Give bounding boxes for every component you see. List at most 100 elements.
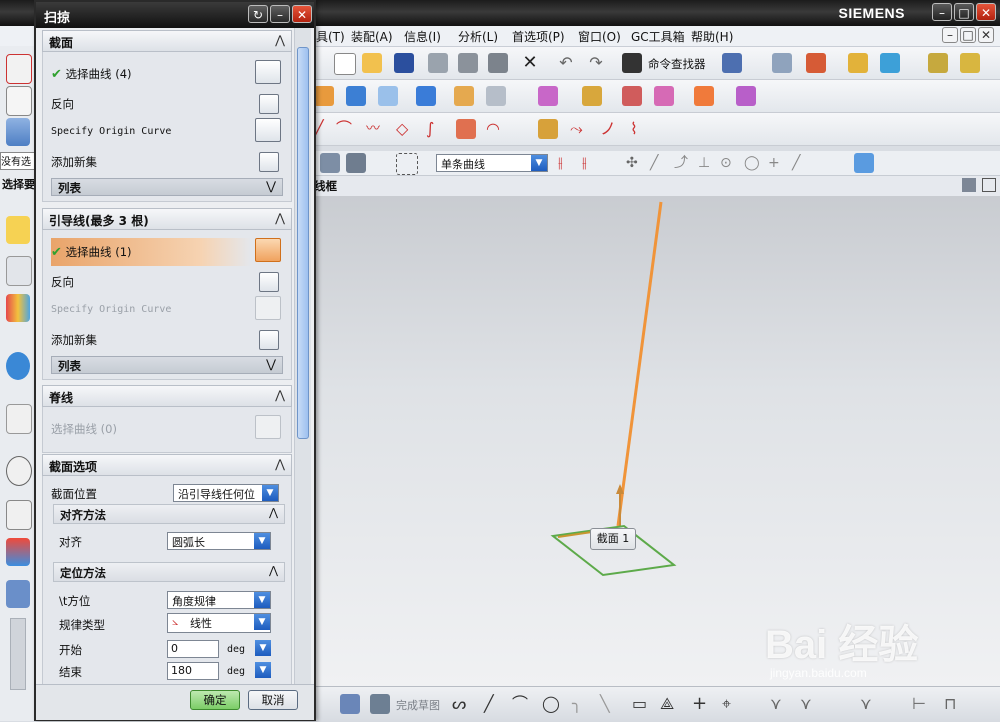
sketch-arc-icon[interactable]: ⌒ xyxy=(512,694,532,714)
tangent-snap-icon[interactable]: ⫲ xyxy=(582,153,602,173)
patch-icon[interactable] xyxy=(736,86,756,106)
sketch-line-icon[interactable]: ╱ xyxy=(484,694,504,714)
roles-icon[interactable] xyxy=(6,580,30,608)
point-snap-icon[interactable]: ✣ xyxy=(626,153,646,173)
assembly-navigator-icon[interactable] xyxy=(6,216,30,244)
section-curve-header[interactable]: 截面 ⋀ xyxy=(42,30,292,52)
auto-constrain-icon[interactable]: ⋎ xyxy=(800,694,820,714)
align-dropdown[interactable]: 圆弧长 ▼ xyxy=(167,532,271,550)
existing-point-icon[interactable]: + xyxy=(768,153,788,173)
blank-icon[interactable] xyxy=(6,86,32,116)
finish-sketch-label[interactable]: 完成草图 xyxy=(396,697,440,713)
end-input[interactable]: 180 xyxy=(167,662,219,680)
selection-icon[interactable] xyxy=(722,53,742,73)
curve-length-icon[interactable]: ⌇ xyxy=(630,119,650,139)
web-browser-icon[interactable] xyxy=(6,404,32,434)
new-file-icon[interactable] xyxy=(334,53,356,75)
menu-tools[interactable]: 具(T) xyxy=(316,28,345,45)
section-select-row[interactable]: ✔ 选择曲线 (4) xyxy=(51,66,132,82)
fullscreen-icon[interactable] xyxy=(982,178,996,192)
menu-help[interactable]: 帮助(H) xyxy=(691,28,733,45)
select-icon[interactable] xyxy=(320,153,340,173)
selection-filter-dropdown[interactable]: 单条曲线 ▼ xyxy=(436,154,548,172)
orient-dropdown[interactable]: 角度规律 ▼ xyxy=(167,591,271,609)
orient-header[interactable]: 定位方法 ⋀ xyxy=(53,562,285,582)
chamfer-icon[interactable]: ╲ xyxy=(600,694,620,714)
fillet-icon[interactable]: ╮ xyxy=(572,694,592,714)
trim-body-icon[interactable] xyxy=(654,86,674,106)
origin-curve-icon[interactable] xyxy=(255,118,281,142)
select-guide-curve-icon[interactable] xyxy=(255,238,281,262)
wcs-icon[interactable] xyxy=(806,53,826,73)
save-icon[interactable] xyxy=(394,53,414,73)
menu-preferences[interactable]: 首选项(P) xyxy=(512,28,565,45)
constraints-icon[interactable]: ⋎ xyxy=(770,694,790,714)
position-dropdown[interactable]: 沿引导线任何位 ▼ xyxy=(173,484,279,502)
playback-icon[interactable] xyxy=(880,53,900,73)
quadrant-point-icon[interactable]: ◯ xyxy=(744,153,764,173)
divide-curve-icon[interactable]: ノ xyxy=(600,119,620,139)
delete-icon[interactable]: ✕ xyxy=(520,53,540,73)
menu-assembly[interactable]: 装配(A) xyxy=(351,28,393,45)
menu-analysis[interactable]: 分析(L) xyxy=(458,28,498,45)
arc-center-icon[interactable]: ⊙ xyxy=(720,153,740,173)
menu-window[interactable]: 窗口(O) xyxy=(578,28,621,45)
cancel-button[interactable]: 取消 xyxy=(248,690,298,710)
history-icon[interactable] xyxy=(6,456,32,486)
reverse-direction-icon[interactable] xyxy=(259,94,279,114)
boolean-unite-icon[interactable] xyxy=(538,86,558,106)
reset-icon[interactable]: ↻ xyxy=(248,5,268,23)
profile-icon[interactable]: ᔕ xyxy=(452,694,472,714)
analysis-icon[interactable] xyxy=(848,53,868,73)
boolean-intersect-icon[interactable] xyxy=(622,86,642,106)
options-header[interactable]: 截面选项 ⋀ xyxy=(42,454,292,476)
minimize-button[interactable]: – xyxy=(932,3,952,21)
start-unit-chevron-icon[interactable]: ▼ xyxy=(255,640,271,656)
guide-list-toggle[interactable]: 列表 ⋁ xyxy=(51,356,283,374)
spline-icon[interactable]: 〰 xyxy=(366,119,386,139)
resource-scroll[interactable] xyxy=(10,618,26,690)
surface-icon[interactable] xyxy=(378,86,398,106)
law-dropdown[interactable]: ⦣ 线性 ▼ xyxy=(167,613,271,633)
guide-reverse-icon[interactable] xyxy=(259,272,279,292)
project-curve-icon[interactable] xyxy=(456,119,476,139)
rectangle-select-icon[interactable] xyxy=(396,153,418,175)
close-part-icon[interactable] xyxy=(6,54,32,84)
command-finder-label[interactable]: 命令查找器 xyxy=(648,56,706,72)
end-unit-chevron-icon[interactable]: ▼ xyxy=(255,662,271,678)
sketch-icon[interactable] xyxy=(340,694,360,714)
guide-header[interactable]: 引导线(最多 3 根) ⋀ xyxy=(42,208,292,230)
finish-sketch-icon[interactable] xyxy=(370,694,390,714)
show-constraints-icon[interactable]: ⋎ xyxy=(860,694,880,714)
add-new-set-icon[interactable] xyxy=(259,152,279,172)
close-button[interactable]: ✕ xyxy=(976,3,996,21)
surface-toolbar-icon[interactable] xyxy=(6,118,30,146)
point-on-curve-icon[interactable]: ╱ xyxy=(792,153,812,173)
constraint-navigator-icon[interactable] xyxy=(6,256,32,286)
intersect-curve-icon[interactable]: ◠ xyxy=(486,119,506,139)
line-icon[interactable]: ╱ xyxy=(314,119,334,139)
sketch-rectangle-icon[interactable]: ▭ xyxy=(632,694,652,714)
open-folder-icon[interactable] xyxy=(362,53,382,73)
quick-trim-icon[interactable]: ⌖ xyxy=(722,694,742,714)
cut-icon[interactable] xyxy=(428,53,448,73)
paste-icon[interactable] xyxy=(488,53,508,73)
offset-curve-icon[interactable]: ◇ xyxy=(396,119,416,139)
binoculars-icon[interactable] xyxy=(622,53,642,73)
bridge-curve-icon[interactable]: ∫ xyxy=(426,119,446,139)
mid-point-icon[interactable]: ⤴ xyxy=(674,153,694,173)
guide-select-row[interactable]: ✔ 选择曲线 (1) xyxy=(51,244,132,260)
revolve-icon[interactable] xyxy=(454,86,474,106)
select-curve-icon[interactable] xyxy=(255,60,281,84)
menu-info[interactable]: 信息(I) xyxy=(404,28,441,45)
dimension-icon[interactable]: ⊢ xyxy=(912,694,932,714)
reuse-library-icon[interactable] xyxy=(6,352,30,380)
dialog-scroll-thumb[interactable] xyxy=(297,47,309,439)
view-cube-icon[interactable] xyxy=(854,153,874,173)
sketch-polygon-icon[interactable]: ⟁ xyxy=(660,694,680,714)
system-materials-icon[interactable] xyxy=(6,500,32,530)
dialog-close-icon[interactable]: ✕ xyxy=(292,5,312,23)
type-filter-combo[interactable]: 没有选 xyxy=(0,152,36,170)
section-list-toggle[interactable]: 列表 ⋁ xyxy=(51,178,283,196)
doc-restore-button[interactable]: □ xyxy=(960,27,976,43)
